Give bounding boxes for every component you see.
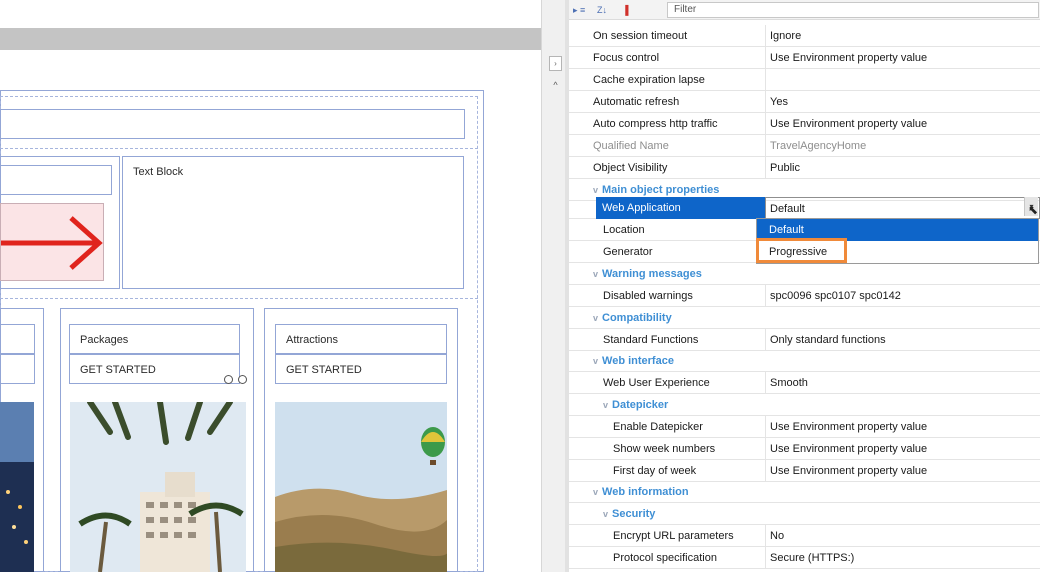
arrow-image-box[interactable]	[0, 203, 104, 281]
prop-key: Generator	[603, 246, 653, 258]
prop-key: Web User Experience	[603, 377, 710, 389]
prop-key: Qualified Name	[593, 140, 669, 152]
document-tabstrip	[0, 0, 541, 28]
prop-row-show-week-numbers[interactable]: Show week numbers Use Environment proper…	[569, 438, 1040, 460]
col1-title-cell[interactable]	[0, 324, 35, 354]
prop-key: Disabled warnings	[603, 290, 693, 302]
chevron-down-icon: v	[593, 269, 599, 279]
packages-get-started: GET STARTED	[80, 364, 156, 376]
prop-row-automatic-refresh[interactable]: Automatic refresh Yes	[569, 91, 1040, 113]
prop-row-encrypt-url[interactable]: Encrypt URL parameters No	[569, 525, 1040, 547]
prop-row-qualified-name[interactable]: Qualified Name TravelAgencyHome	[569, 135, 1040, 157]
header-cell[interactable]	[0, 109, 465, 139]
prop-row-standard-functions[interactable]: Standard Functions Only standard functio…	[569, 329, 1040, 351]
highlight-callout-box	[756, 238, 847, 263]
category-label: Compatibility	[602, 312, 672, 324]
category-label: Security	[612, 508, 656, 520]
filter-placeholder: Filter	[674, 4, 697, 15]
attractions-get-started: GET STARTED	[286, 364, 362, 376]
row2-separator	[0, 148, 478, 149]
prop-key: Location	[603, 224, 645, 236]
prop-row-cache-expiration[interactable]: Cache expiration lapse	[569, 69, 1040, 91]
prop-value[interactable]: Secure (HTTPS:)	[765, 547, 1040, 569]
prop-key: Object Visibility	[593, 162, 668, 174]
category-web-interface[interactable]: v Web interface	[569, 350, 1040, 372]
prop-value[interactable]: Yes	[765, 91, 1040, 113]
web-application-combo[interactable]: Default	[765, 197, 1040, 219]
flag-filter-button[interactable]: ▐	[622, 3, 628, 17]
prop-row-focus-control[interactable]: Focus control Use Environment property v…	[569, 47, 1040, 69]
prop-key: Standard Functions	[603, 334, 699, 346]
designer-header-bar	[0, 28, 541, 50]
prop-key: Auto compress http traffic	[593, 118, 718, 130]
prop-value[interactable]: Use Environment property value	[765, 438, 1040, 460]
prop-value[interactable]	[765, 69, 1040, 91]
prop-key: Cache expiration lapse	[593, 74, 705, 86]
chevron-down-icon: v	[603, 509, 609, 519]
attractions-photo	[275, 402, 447, 572]
category-warning-messages[interactable]: v Warning messages	[569, 263, 1040, 285]
col1-button-cell[interactable]	[0, 354, 35, 384]
prop-value[interactable]: Use Environment property value	[765, 416, 1040, 438]
category-label: Main object properties	[602, 184, 720, 196]
prop-row-disabled-warnings[interactable]: Disabled warnings spc0096 spc0107 spc014…	[569, 285, 1040, 307]
prop-value[interactable]: Ignore	[765, 25, 1040, 47]
resize-handle-left[interactable]	[224, 375, 233, 384]
prop-value[interactable]: spc0096 spc0107 spc0142	[765, 285, 1040, 307]
prop-value[interactable]: No	[765, 525, 1040, 547]
prop-key: Encrypt URL parameters	[613, 530, 734, 542]
chevron-down-icon: v	[593, 313, 599, 323]
packages-label: Packages	[80, 334, 129, 346]
text-block-label: Text Block	[133, 166, 184, 178]
packages-photo	[70, 402, 246, 572]
category-label: Web information	[602, 486, 689, 498]
category-compatibility[interactable]: v Compatibility	[569, 307, 1040, 329]
resize-handle-right[interactable]	[238, 375, 247, 384]
prop-value[interactable]: Use Environment property value	[765, 460, 1040, 482]
prop-value[interactable]: Use Environment property value	[765, 113, 1040, 135]
prop-row-object-visibility[interactable]: Object Visibility Public	[569, 157, 1040, 179]
city-photo	[0, 402, 34, 572]
prop-key: First day of week	[613, 465, 697, 477]
arrow-right-icon	[1, 216, 103, 270]
category-security[interactable]: v Security	[569, 503, 1040, 525]
category-label: Warning messages	[602, 268, 702, 280]
prop-row-session-timeout[interactable]: On session timeout Ignore	[569, 25, 1040, 47]
alphabetical-sort-button[interactable]: Z↓	[597, 3, 607, 17]
category-datepicker[interactable]: v Datepicker	[569, 394, 1040, 416]
prop-value[interactable]: Only standard functions	[765, 329, 1040, 351]
prop-value: TravelAgencyHome	[765, 135, 1040, 157]
mouse-cursor-icon: ⬉	[1028, 203, 1039, 217]
prop-row-auto-compress[interactable]: Auto compress http traffic Use Environme…	[569, 113, 1040, 135]
category-label: Datepicker	[612, 399, 669, 411]
category-web-information[interactable]: v Web information	[569, 481, 1040, 503]
left-block-title-cell[interactable]	[0, 165, 112, 195]
prop-key: Focus control	[593, 52, 660, 64]
prop-key: Show week numbers	[613, 443, 716, 455]
chevron-down-icon: v	[603, 400, 609, 410]
prop-key: Enable Datepicker	[613, 421, 703, 433]
chevron-down-icon: v	[593, 487, 599, 497]
chevron-down-icon: v	[593, 356, 599, 366]
prop-value[interactable]: Use Environment property value	[765, 47, 1040, 69]
prop-value[interactable]: Smooth	[765, 372, 1040, 394]
prop-row-first-day-of-week[interactable]: First day of week Use Environment proper…	[569, 460, 1040, 482]
category-label: Web interface	[602, 355, 674, 367]
categorized-sort-button[interactable]: ▸ ≡	[573, 3, 585, 17]
prop-row-web-user-experience[interactable]: Web User Experience Smooth	[569, 372, 1040, 394]
prop-key: Protocol specification	[613, 552, 717, 564]
attractions-label: Attractions	[286, 334, 338, 346]
prop-key-selected: Web Application	[596, 197, 765, 219]
prop-row-enable-datepicker[interactable]: Enable Datepicker Use Environment proper…	[569, 416, 1040, 438]
prop-row-protocol-spec[interactable]: Protocol specification Secure (HTTPS:)	[569, 547, 1040, 569]
prop-row-web-application[interactable]: Web Application Default	[569, 197, 1040, 219]
row3-separator	[0, 298, 478, 299]
prop-key: On session timeout	[593, 30, 688, 42]
filter-input[interactable]: Filter	[667, 2, 1039, 18]
chevron-down-icon: v	[593, 185, 599, 195]
collapse-panel-button[interactable]: ›	[549, 56, 562, 71]
scroll-up-icon[interactable]: ^	[549, 80, 562, 90]
prop-value[interactable]: Public	[765, 157, 1040, 179]
prop-key: Automatic refresh	[593, 96, 680, 108]
